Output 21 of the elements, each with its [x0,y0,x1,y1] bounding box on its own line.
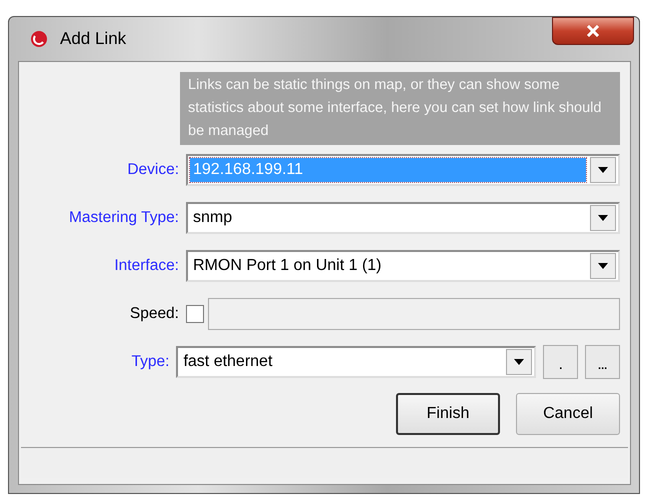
field-label: Device: [126,160,180,178]
field-value: RMON Port 1 on Unit 1 (1) [192,256,382,276]
dropdown-field[interactable]: RMON Port 1 on Unit 1 (1) [186,250,620,282]
field-label: Mastering Type: [68,208,180,226]
dialog-button[interactable]: Cancel [516,393,620,435]
close-button[interactable] [552,17,634,45]
dropdown-field[interactable]: snmp [186,202,620,234]
dialog-button[interactable]: Finish [396,393,500,435]
description-text: Links can be static things on map, or they can show some statistics about some interface, here you can set how link should be managed [180,72,620,145]
field-label: Interface: [113,256,180,274]
close-icon [586,25,600,37]
field-label: Speed: [128,304,180,322]
small-button[interactable]: ... [585,344,620,378]
field-value: snmp [192,208,234,228]
app-icon [30,30,48,48]
field-label: Type: [130,352,170,370]
field-value: 192.168.199.11 [190,158,586,182]
window-title: Add Link [60,29,126,49]
dropdown-field[interactable]: fast ethernet [176,346,536,378]
field-value: fast ethernet [182,352,274,372]
small-button[interactable]: . [543,344,578,378]
